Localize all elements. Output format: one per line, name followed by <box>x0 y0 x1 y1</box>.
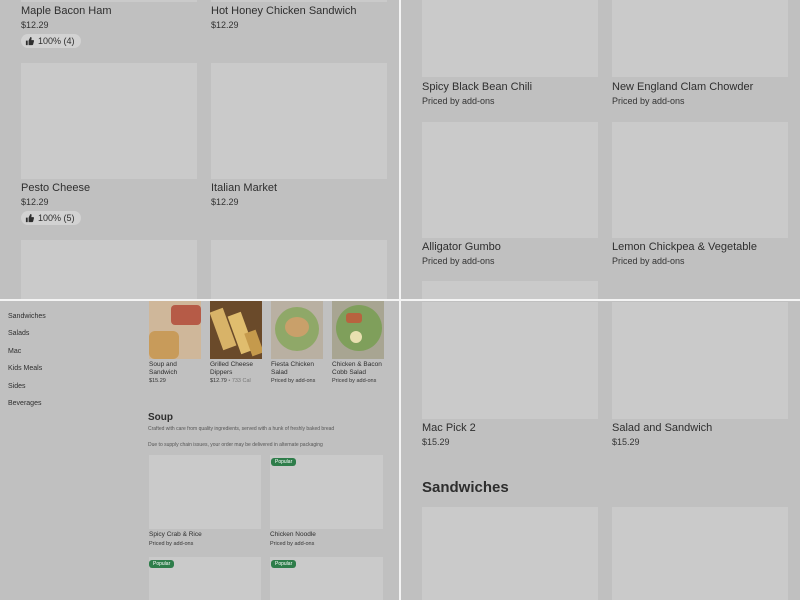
item-image[interactable] <box>21 240 197 300</box>
item-image[interactable] <box>270 455 383 529</box>
item-image[interactable] <box>422 0 598 77</box>
item-price: Priced by add-ons <box>422 256 495 266</box>
item-price: $15.29 <box>422 437 450 447</box>
item-name[interactable]: Lemon Chickpea & Vegetable <box>612 241 757 253</box>
item-price: $12.29 <box>21 20 49 30</box>
calories: • 733 Cal <box>228 378 251 384</box>
item-name[interactable]: Alligator Gumbo <box>422 241 501 253</box>
sidebar-item-mac[interactable]: Mac <box>8 348 21 355</box>
rating-text: 100% (5) <box>38 213 75 223</box>
featured-item-price: $12.79 <box>210 378 227 384</box>
menu-panel-bottom-right: Mac Pick 2 $15.29 Salad and Sandwich $15… <box>400 300 800 600</box>
item-price: Priced by add-ons <box>612 96 685 106</box>
popular-badge: Popular <box>149 560 175 568</box>
item-price: Priced by add-ons <box>270 541 315 547</box>
popular-badge: Popular <box>271 458 297 466</box>
thumbs-up-icon <box>25 213 34 222</box>
sidebar-item-sandwiches[interactable]: Sandwiches <box>8 313 46 320</box>
sidebar-item-salads[interactable]: Salads <box>8 330 29 337</box>
featured-item-price: Priced by add-ons <box>332 378 377 384</box>
section-title-soup: Soup <box>148 412 173 423</box>
item-name[interactable]: Pesto Cheese <box>21 182 90 194</box>
sidebar-item-kids-meals[interactable]: Kids Meals <box>8 365 42 372</box>
featured-item-name[interactable]: Grilled Cheese Dippers <box>210 361 266 377</box>
item-price: $15.29 <box>612 437 640 447</box>
rating-badge: 100% (5) <box>21 211 81 225</box>
item-price: $12.29 <box>211 197 239 207</box>
item-price: Priced by add-ons <box>422 96 495 106</box>
item-image[interactable] <box>211 0 387 2</box>
item-name[interactable]: Italian Market <box>211 182 277 194</box>
popular-badge: Popular <box>271 560 297 568</box>
item-image[interactable] <box>612 302 788 419</box>
item-image[interactable] <box>422 507 598 600</box>
item-image[interactable] <box>21 0 197 2</box>
item-image-chicken-bacon-cobb-salad[interactable] <box>332 301 384 359</box>
section-title-sandwiches: Sandwiches <box>422 479 509 496</box>
featured-item-name[interactable]: Fiesta Chicken Salad <box>271 361 327 377</box>
sidebar-item-sides[interactable]: Sides <box>8 383 26 390</box>
section-description: Crafted with care from quality ingredien… <box>148 426 335 432</box>
item-price: $12.29 <box>211 20 239 30</box>
item-image[interactable] <box>422 122 598 238</box>
featured-item-price: Priced by add-ons <box>271 378 316 384</box>
item-image[interactable] <box>612 122 788 238</box>
featured-item-price-calories: $12.79 • 733 Cal <box>210 378 251 384</box>
featured-item-name[interactable]: Soup and Sandwich <box>149 361 205 377</box>
item-price: Priced by add-ons <box>612 256 685 266</box>
rating-text: 100% (4) <box>38 36 75 46</box>
sidebar-item-beverages[interactable]: Beverages <box>8 400 41 407</box>
item-name[interactable]: Mac Pick 2 <box>422 422 476 434</box>
menu-panel-top-left: Maple Bacon Ham $12.29 100% (4) Hot Hone… <box>0 0 400 300</box>
item-image[interactable] <box>211 240 387 300</box>
item-name[interactable]: Maple Bacon Ham <box>21 5 112 17</box>
tile-divider-horizontal <box>0 299 800 301</box>
item-image[interactable] <box>612 507 788 600</box>
item-image-soup-and-sandwich[interactable] <box>149 301 201 359</box>
featured-item-price: $15.29 <box>149 378 166 384</box>
item-name[interactable]: Spicy Crab & Rice <box>149 531 259 539</box>
item-image[interactable] <box>211 63 387 179</box>
item-price: $12.29 <box>21 197 49 207</box>
item-name[interactable]: New England Clam Chowder <box>612 81 753 93</box>
thumbs-up-icon <box>25 36 34 45</box>
item-image[interactable] <box>612 0 788 77</box>
item-image-grilled-cheese-dippers[interactable] <box>210 301 262 359</box>
item-price: Priced by add-ons <box>149 541 194 547</box>
packaging-notice: Due to supply chain issues, your order m… <box>148 442 323 448</box>
item-name[interactable]: Hot Honey Chicken Sandwich <box>211 5 357 17</box>
rating-badge: 100% (4) <box>21 34 81 48</box>
item-name[interactable]: Salad and Sandwich <box>612 422 712 434</box>
item-image[interactable] <box>422 281 598 300</box>
item-image[interactable] <box>21 63 197 179</box>
featured-item-name[interactable]: Chicken & Bacon Cobb Salad <box>332 361 388 377</box>
item-name[interactable]: Spicy Black Bean Chili <box>422 81 532 93</box>
item-image-fiesta-chicken-salad[interactable] <box>271 301 323 359</box>
menu-panel-bottom-left: — Sandwiches Salads Mac Kids Meals Sides… <box>0 300 400 600</box>
item-image[interactable] <box>422 302 598 419</box>
menu-panel-top-right: Spicy Black Bean Chili Priced by add-ons… <box>400 0 800 300</box>
item-name[interactable]: Chicken Noodle <box>270 531 380 539</box>
item-image[interactable] <box>149 455 261 529</box>
